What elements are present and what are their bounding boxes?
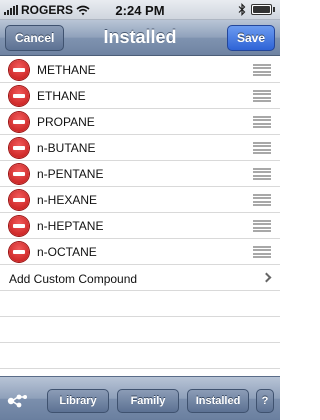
add-custom-compound-row[interactable]: Add Custom Compound (0, 265, 280, 291)
delete-icon[interactable] (9, 112, 29, 132)
compound-row[interactable]: n-PENTANE (0, 161, 280, 187)
help-button[interactable]: ? (256, 389, 274, 413)
compound-row[interactable]: METHANE (0, 57, 280, 83)
status-bar: ROGERS 2:24 PM (0, 0, 280, 20)
delete-icon[interactable] (9, 164, 29, 184)
reorder-grip-icon[interactable] (253, 142, 271, 154)
reorder-grip-icon[interactable] (253, 116, 271, 128)
compound-name: ETHANE (37, 89, 86, 103)
delete-icon[interactable] (9, 242, 29, 262)
battery-icon (251, 4, 275, 15)
compound-name: METHANE (37, 63, 96, 77)
compound-name: n-HEXANE (37, 193, 98, 207)
reorder-grip-icon[interactable] (253, 246, 271, 258)
add-custom-compound-label: Add Custom Compound (9, 272, 138, 286)
empty-row (0, 343, 280, 369)
delete-icon[interactable] (9, 86, 29, 106)
installed-button[interactable]: Installed (187, 389, 249, 413)
reorder-grip-icon[interactable] (253, 168, 271, 180)
nav-bar: Cancel Installed Save (0, 20, 280, 56)
bottom-toolbar: Library Family Installed ? (0, 376, 280, 420)
compound-row[interactable]: n-BUTANE (0, 135, 280, 161)
library-button[interactable]: Library (47, 389, 109, 413)
delete-icon[interactable] (9, 216, 29, 236)
family-button[interactable]: Family (117, 389, 179, 413)
compound-name: n-OCTANE (37, 245, 97, 259)
compound-row[interactable]: n-HEPTANE (0, 213, 280, 239)
compound-name: n-PENTANE (37, 167, 104, 181)
compound-name: n-HEPTANE (37, 219, 104, 233)
compound-row[interactable]: n-HEXANE (0, 187, 280, 213)
compound-list: METHANE ETHANE PROPANE n-BUTANE n-PENTAN… (0, 57, 280, 369)
empty-row (0, 291, 280, 317)
compound-name: PROPANE (37, 115, 95, 129)
delete-icon[interactable] (9, 138, 29, 158)
compound-row[interactable]: ETHANE (0, 83, 280, 109)
reorder-grip-icon[interactable] (253, 194, 271, 206)
reorder-grip-icon[interactable] (253, 220, 271, 232)
bluetooth-icon (238, 3, 246, 16)
chevron-right-icon (261, 272, 272, 283)
empty-row (0, 317, 280, 343)
delete-icon[interactable] (9, 60, 29, 80)
reorder-grip-icon[interactable] (253, 90, 271, 102)
delete-icon[interactable] (9, 190, 29, 210)
compound-row[interactable]: PROPANE (0, 109, 280, 135)
molecule-icon[interactable] (6, 393, 28, 409)
status-right (238, 3, 275, 16)
save-button[interactable]: Save (226, 25, 275, 51)
reorder-grip-icon[interactable] (253, 64, 271, 76)
compound-row[interactable]: n-OCTANE (0, 239, 280, 265)
compound-name: n-BUTANE (37, 141, 96, 155)
